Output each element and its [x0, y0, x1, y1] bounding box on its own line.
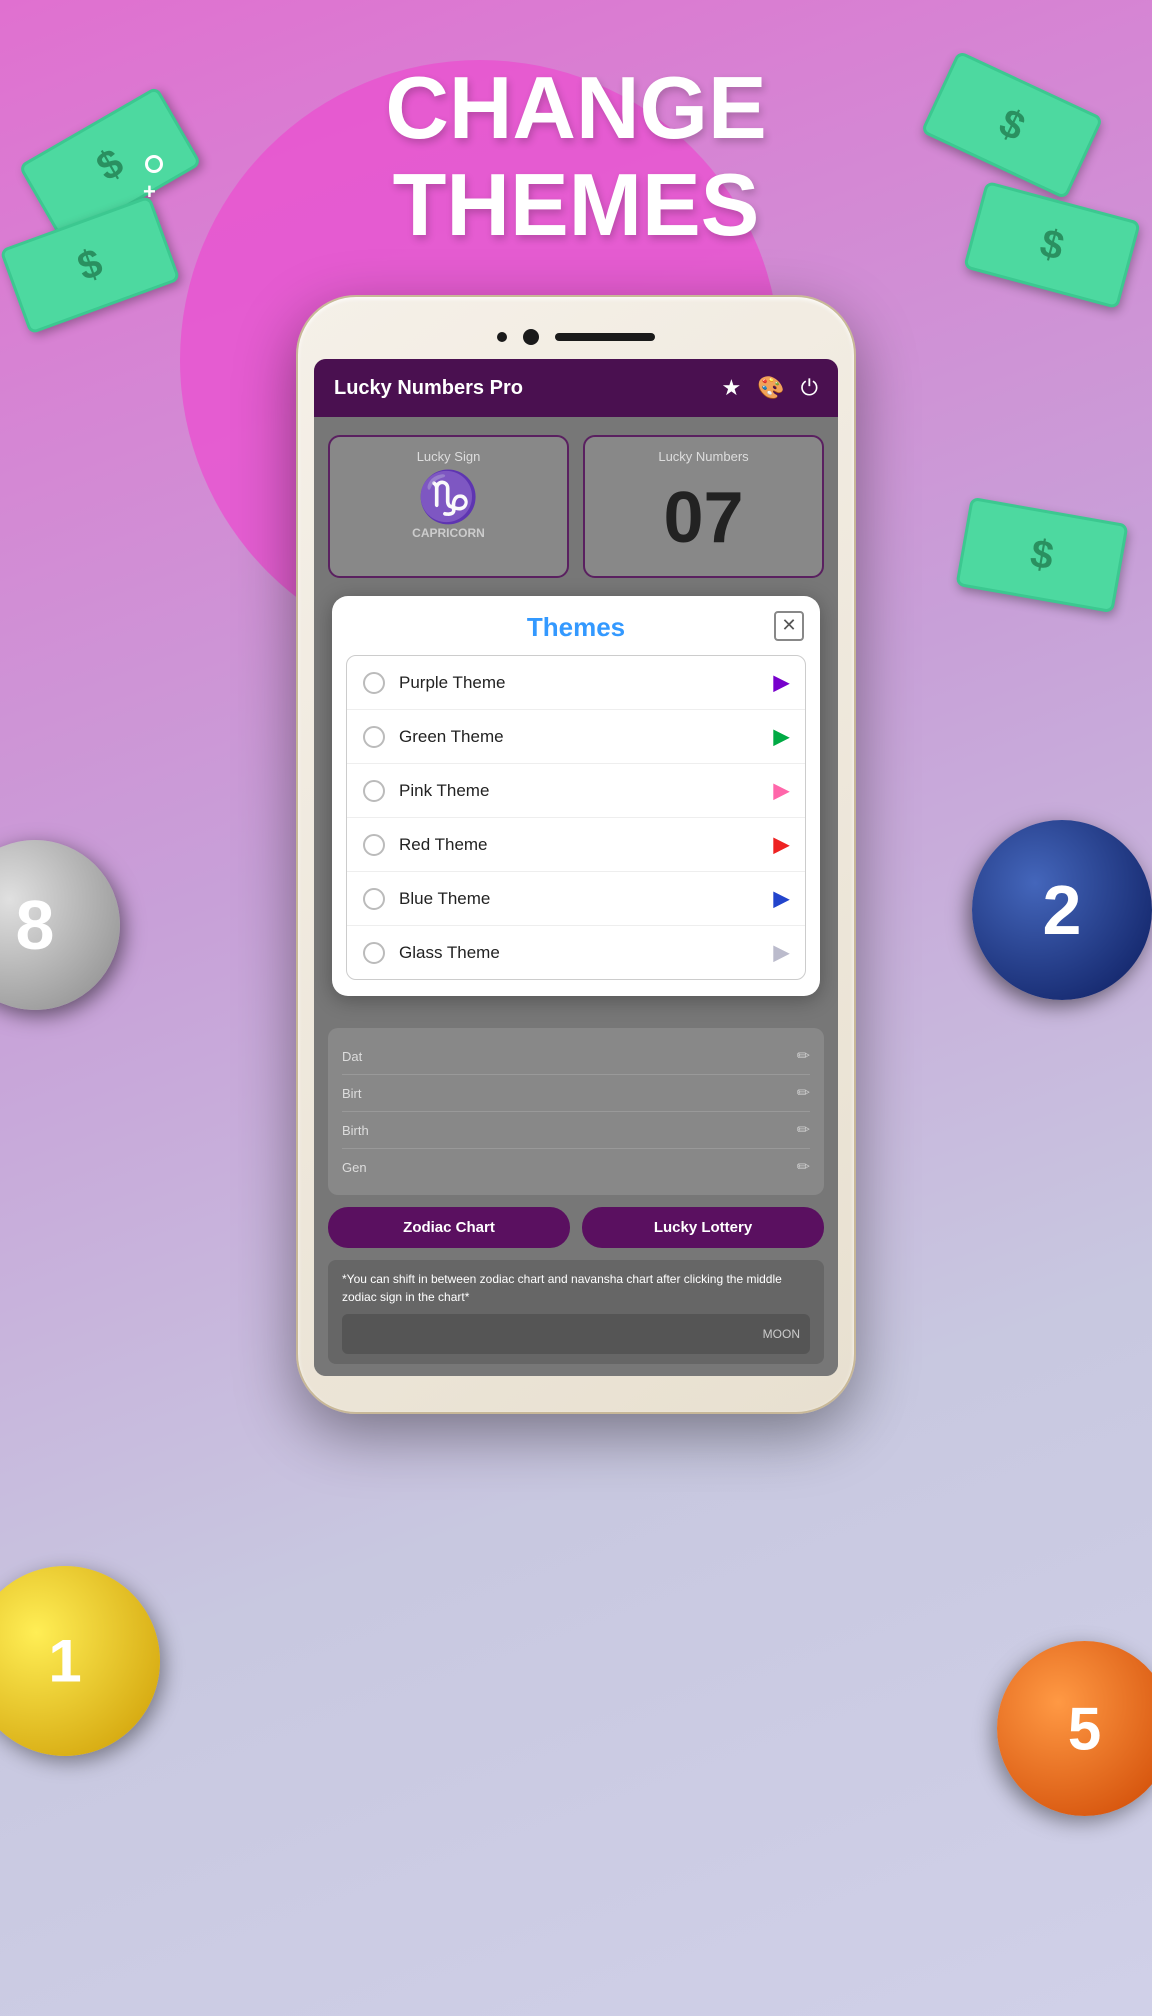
info-label-date: Dat: [342, 1049, 789, 1064]
themes-modal-header: Themes ✕: [332, 596, 820, 655]
theme-arrow-purple: ▶: [774, 670, 789, 695]
theme-radio-green[interactable]: [363, 726, 385, 748]
zodiac-chart-button[interactable]: Zodiac Chart: [328, 1207, 570, 1248]
theme-item-pink[interactable]: Pink Theme ▶: [347, 764, 805, 818]
note-box: *You can shift in between zodiac chart a…: [328, 1260, 824, 1364]
lucky-lottery-button[interactable]: Lucky Lottery: [582, 1207, 824, 1248]
chart-area: MOON: [342, 1314, 810, 1354]
power-icon[interactable]: ⏻: [801, 375, 818, 401]
info-label-birth1: Birt: [342, 1086, 789, 1101]
theme-radio-purple[interactable]: [363, 672, 385, 694]
lucky-cards-row: Lucky Sign ♑ CAPRICORN Lucky Numbers 07: [328, 435, 824, 578]
theme-arrow-blue: ▶: [774, 886, 789, 911]
phone-notch: [314, 329, 838, 345]
info-row-gender: Gen ✏: [342, 1149, 810, 1185]
info-label-birth2: Birth: [342, 1123, 789, 1138]
edit-icon-date[interactable]: ✏: [797, 1046, 810, 1066]
phone-camera: [523, 329, 539, 345]
theme-item-red[interactable]: Red Theme ▶: [347, 818, 805, 872]
lucky-numbers-card: Lucky Numbers 07: [583, 435, 824, 578]
themes-close-button[interactable]: ✕: [774, 611, 804, 641]
phone-body: Lucky Numbers Pro ★ 🎨 ⏻ Lucky Sign ♑ CAP…: [296, 295, 856, 1414]
theme-radio-pink[interactable]: [363, 780, 385, 802]
theme-name-red: Red Theme: [399, 835, 774, 855]
info-label-gender: Gen: [342, 1160, 789, 1175]
app-body: Lucky Sign ♑ CAPRICORN Lucky Numbers 07 …: [314, 417, 838, 1028]
phone-screen: Lucky Numbers Pro ★ 🎨 ⏻ Lucky Sign ♑ CAP…: [314, 359, 838, 1376]
star-icon[interactable]: ★: [721, 375, 741, 401]
themes-title: Themes: [527, 612, 625, 643]
theme-item-purple[interactable]: Purple Theme ▶: [347, 656, 805, 710]
action-buttons: Zodiac Chart Lucky Lottery: [328, 1207, 824, 1248]
palette-icon[interactable]: 🎨: [757, 375, 784, 401]
phone-speaker: [555, 333, 655, 341]
theme-name-purple: Purple Theme: [399, 673, 774, 693]
info-row-birth1: Birt ✏: [342, 1075, 810, 1112]
theme-name-glass: Glass Theme: [399, 943, 774, 963]
lucky-numbers-label: Lucky Numbers: [597, 449, 810, 464]
lucky-sign-card: Lucky Sign ♑ CAPRICORN: [328, 435, 569, 578]
info-rows: Dat ✏ Birt ✏ Birth ✏ Gen ✏: [328, 1028, 824, 1195]
capricorn-symbol: ♑: [342, 472, 555, 522]
themes-list: Purple Theme ▶ Green Theme ▶ Pink Theme …: [346, 655, 806, 980]
theme-arrow-glass: ▶: [774, 940, 789, 965]
moon-label: MOON: [763, 1327, 800, 1341]
info-row-date: Dat ✏: [342, 1038, 810, 1075]
phone-dot: [497, 332, 507, 342]
edit-icon-gender[interactable]: ✏: [797, 1157, 810, 1177]
bottom-section: Dat ✏ Birt ✏ Birth ✏ Gen ✏: [314, 1028, 838, 1376]
theme-item-green[interactable]: Green Theme ▶: [347, 710, 805, 764]
theme-radio-red[interactable]: [363, 834, 385, 856]
theme-radio-blue[interactable]: [363, 888, 385, 910]
app-title: Lucky Numbers Pro: [334, 377, 705, 400]
info-row-birth2: Birth ✏: [342, 1112, 810, 1149]
theme-name-pink: Pink Theme: [399, 781, 774, 801]
note-text: *You can shift in between zodiac chart a…: [342, 1270, 810, 1306]
capricorn-text: CAPRICORN: [342, 526, 555, 540]
phone-mockup: Lucky Numbers Pro ★ 🎨 ⏻ Lucky Sign ♑ CAP…: [296, 295, 856, 1414]
edit-icon-birth2[interactable]: ✏: [797, 1120, 810, 1140]
lucky-number-value: 07: [597, 472, 810, 564]
app-header: Lucky Numbers Pro ★ 🎨 ⏻: [314, 359, 838, 417]
theme-item-glass[interactable]: Glass Theme ▶: [347, 926, 805, 979]
billiard-ball-blue: 2: [972, 820, 1152, 1000]
theme-item-blue[interactable]: Blue Theme ▶: [347, 872, 805, 926]
theme-radio-glass[interactable]: [363, 942, 385, 964]
theme-arrow-red: ▶: [774, 832, 789, 857]
edit-icon-birth1[interactable]: ✏: [797, 1083, 810, 1103]
themes-modal: Themes ✕ Purple Theme ▶: [332, 596, 820, 996]
theme-arrow-green: ▶: [774, 724, 789, 749]
theme-name-blue: Blue Theme: [399, 889, 774, 909]
theme-name-green: Green Theme: [399, 727, 774, 747]
page-heading: CHANGE THEMES: [0, 60, 1152, 254]
lucky-sign-label: Lucky Sign: [342, 449, 555, 464]
theme-arrow-pink: ▶: [774, 778, 789, 803]
